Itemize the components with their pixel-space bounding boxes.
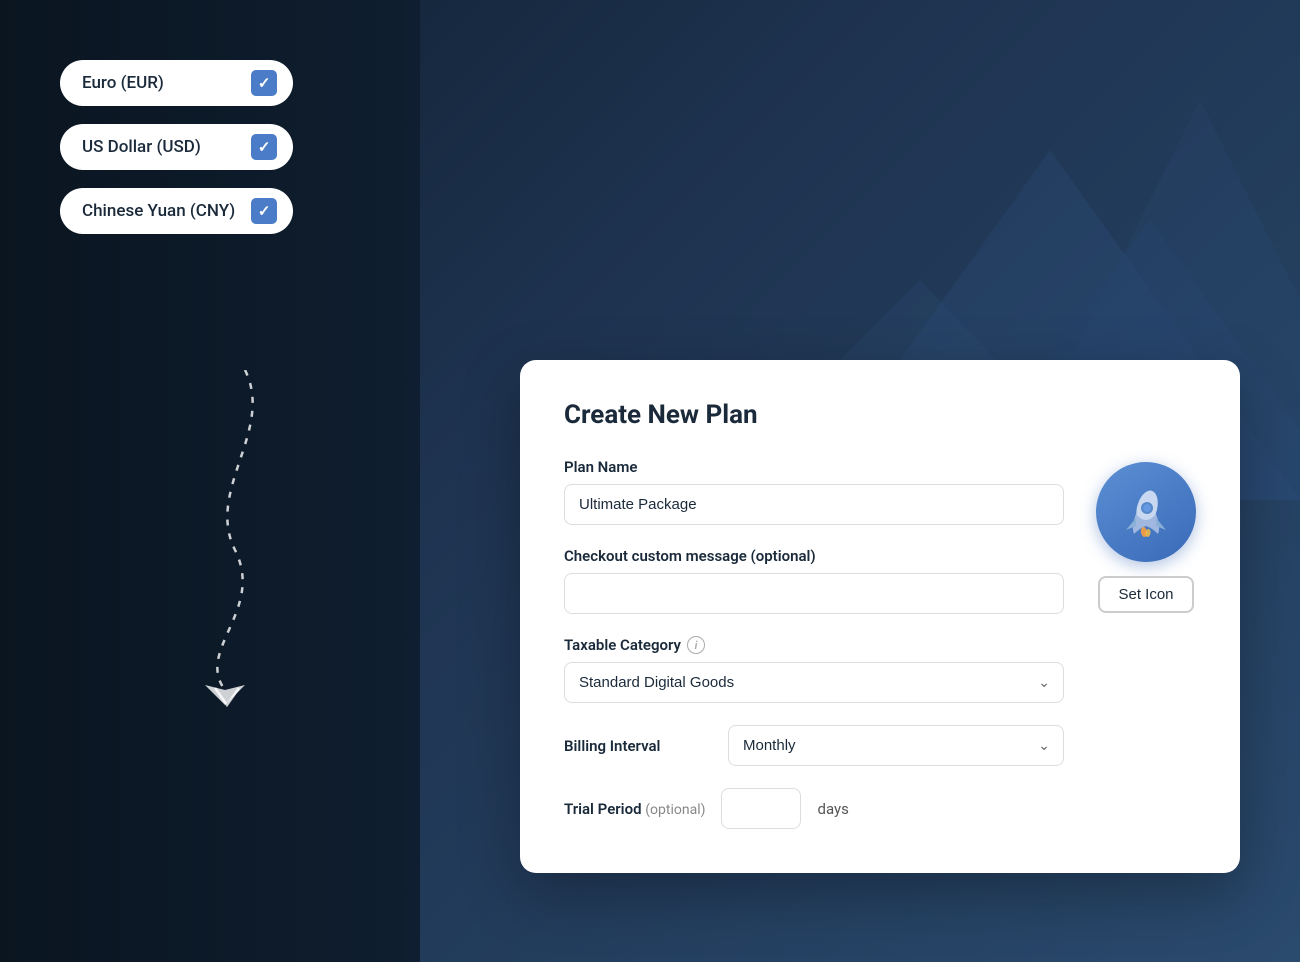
billing-interval-select-wrapper: Monthly Weekly Yearly Daily ⌄	[728, 725, 1064, 766]
currency-eur-checkbox[interactable]	[251, 70, 277, 96]
plan-icon-circle	[1096, 462, 1196, 562]
card-body: Plan Name Checkout custom message (optio…	[564, 458, 1196, 829]
taxable-category-label: Taxable Category i	[564, 636, 1064, 654]
taxable-category-group: Taxable Category i Standard Digital Good…	[564, 636, 1064, 703]
trial-period-group: Trial Period (optional) days	[564, 788, 1064, 829]
trial-period-label: Trial Period (optional)	[564, 800, 705, 818]
checkout-message-group: Checkout custom message (optional)	[564, 547, 1064, 614]
taxable-category-select[interactable]: Standard Digital Goods Software Physical…	[564, 662, 1064, 703]
trial-period-optional-text: (optional)	[645, 802, 705, 818]
billing-interval-group: Billing Interval Monthly Weekly Yearly D…	[564, 725, 1064, 766]
checkout-message-input[interactable]	[564, 573, 1064, 614]
billing-interval-label: Billing Interval	[564, 737, 704, 755]
currency-pill-usd[interactable]: US Dollar (USD)	[60, 124, 293, 170]
currency-pills-container: Euro (EUR) US Dollar (USD) Chinese Yuan …	[60, 60, 293, 234]
currency-usd-checkbox[interactable]	[251, 134, 277, 160]
plan-name-label: Plan Name	[564, 458, 1064, 476]
card-form: Plan Name Checkout custom message (optio…	[564, 458, 1064, 829]
trial-period-input[interactable]	[721, 788, 801, 829]
currency-pill-eur[interactable]: Euro (EUR)	[60, 60, 293, 106]
dotted-arrow-decoration	[145, 370, 345, 710]
currency-cny-label: Chinese Yuan (CNY)	[82, 201, 235, 221]
currency-eur-label: Euro (EUR)	[82, 73, 164, 93]
plan-name-group: Plan Name	[564, 458, 1064, 525]
plan-icon-area: Set Icon	[1096, 458, 1196, 829]
taxable-category-info-icon[interactable]: i	[687, 636, 705, 654]
currency-pill-cny[interactable]: Chinese Yuan (CNY)	[60, 188, 293, 234]
trial-period-days-label: days	[817, 800, 848, 818]
plan-name-input[interactable]	[564, 484, 1064, 525]
taxable-category-select-wrapper: Standard Digital Goods Software Physical…	[564, 662, 1064, 703]
billing-interval-select[interactable]: Monthly Weekly Yearly Daily	[728, 725, 1064, 766]
set-icon-button[interactable]: Set Icon	[1098, 576, 1193, 613]
create-plan-card: Create New Plan Plan Name Checkout custo…	[520, 360, 1240, 873]
currency-cny-checkbox[interactable]	[251, 198, 277, 224]
card-title: Create New Plan	[564, 400, 1196, 430]
checkout-message-label: Checkout custom message (optional)	[564, 547, 1064, 565]
rocket-icon	[1116, 482, 1176, 542]
currency-usd-label: US Dollar (USD)	[82, 137, 201, 157]
